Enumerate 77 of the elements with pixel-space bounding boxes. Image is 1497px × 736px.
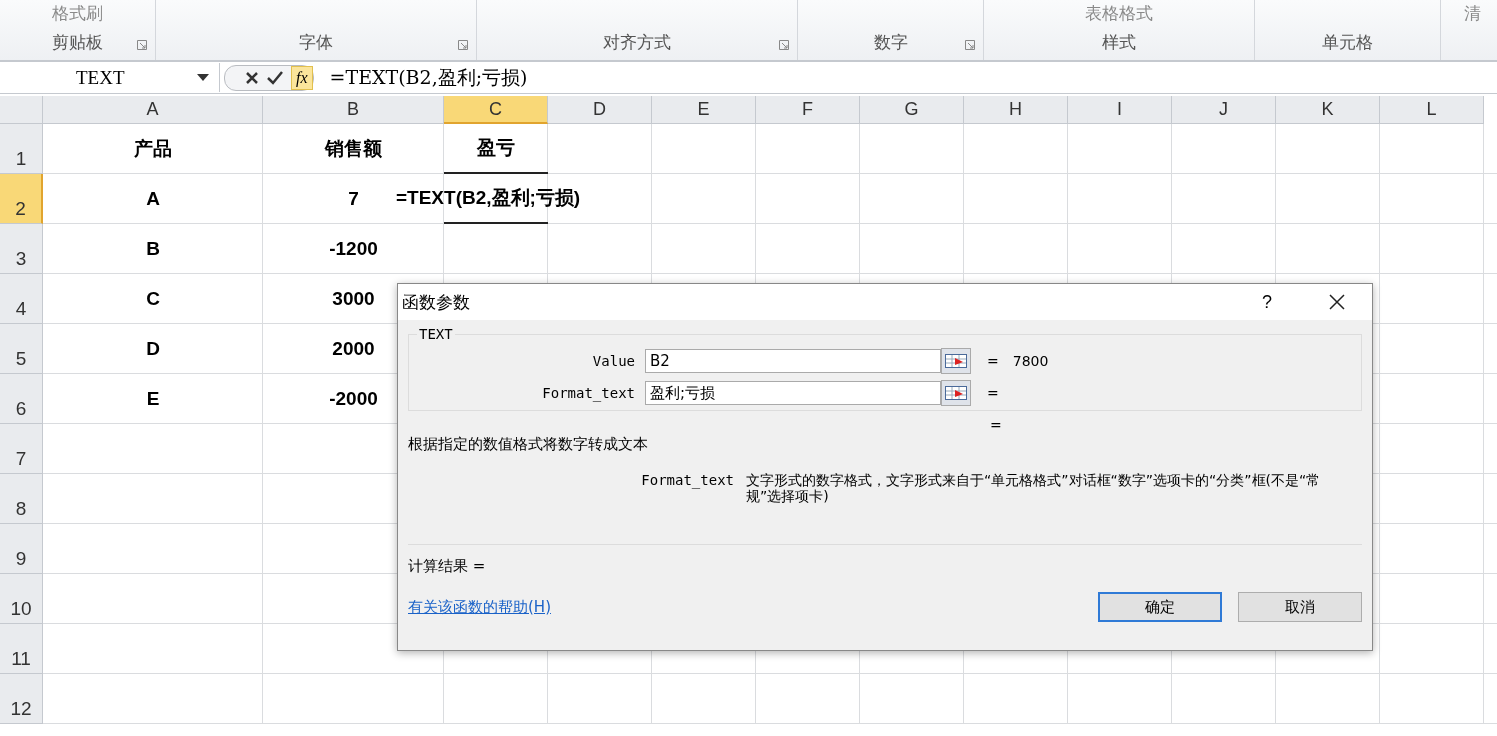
range-select-icon [945,354,967,368]
column-header[interactable]: D [548,96,652,124]
cell-text: -2000 [329,388,378,410]
column-header[interactable]: E [652,96,756,124]
row-header[interactable]: 6 [0,374,43,424]
insert-function-button[interactable]: fx [291,65,313,90]
argument-input[interactable]: 盈利;亏损 [645,381,941,405]
row-header[interactable]: 8 [0,474,43,524]
row-header[interactable]: 12 [0,674,43,724]
formula-input[interactable]: =TEXT(B2,盈利;亏损) [313,64,1497,91]
argument-name: Format_text [640,472,735,491]
equals-sign: = [987,385,999,401]
column-header[interactable]: G [860,96,964,124]
cell-text: B [146,238,160,260]
row-header[interactable]: 2 [0,174,43,224]
cancel-icon[interactable] [245,70,259,85]
cell-text: 产品 [134,137,172,161]
row-header[interactable]: 1 [0,124,43,174]
cell-text: E [146,388,160,410]
calc-result-label: 计算结果 = [408,557,487,576]
argument-input[interactable]: B2 [645,349,941,373]
dialog-launcher-icon[interactable] [458,40,468,50]
column-header[interactable]: H [964,96,1068,124]
argument-label: Format_text [541,385,636,401]
argument-result: 7800 [1012,353,1049,369]
column-header[interactable]: K [1276,96,1380,124]
column-header[interactable]: F [756,96,860,124]
cell-text: -1200 [329,238,378,260]
function-description: 根据指定的数值格式将数字转成文本 [408,435,649,454]
collapse-dialog-button[interactable] [941,380,971,406]
cell-text: 2000 [332,338,375,360]
cell-text: 销售额 [325,137,382,161]
ribbon-group-label: 对齐方式 [603,32,671,54]
help-button[interactable]: ? [1232,284,1302,320]
column-header[interactable]: J [1172,96,1276,124]
row-header[interactable]: 3 [0,224,43,274]
checkmark-icon[interactable] [267,70,283,85]
cell-text: 7 [348,188,359,210]
row-header[interactable]: 4 [0,274,43,324]
name-box[interactable]: TEXT [0,63,220,92]
column-header[interactable]: I [1068,96,1172,124]
argument-label: Value [591,353,636,369]
ok-button[interactable]: 确定 [1098,592,1222,622]
close-icon [1329,294,1345,310]
row-header[interactable]: 11 [0,624,43,674]
dropdown-caret-icon[interactable] [197,73,209,82]
column-header[interactable]: B [263,96,444,124]
cancel-button[interactable]: 取消 [1238,592,1362,622]
help-link[interactable]: 有关该函数的帮助(H) [408,597,1082,617]
function-name: TEXT [418,326,454,342]
ribbon-group-label: 数字 [873,32,908,54]
column-header[interactable]: L [1380,96,1484,124]
equals-sign: = [987,353,999,369]
dialog-launcher-icon[interactable] [965,40,975,50]
cell-text: 3000 [332,288,375,310]
cell-text: C [146,288,160,310]
cell-text: D [146,338,160,360]
dialog-title: 函数参数 [402,290,471,314]
row-header[interactable]: 7 [0,424,43,474]
dialog-launcher-icon[interactable] [779,40,789,50]
collapse-dialog-button[interactable] [941,348,971,374]
row-header[interactable]: 5 [0,324,43,374]
ribbon-group-label: 剪贴板 [52,32,103,54]
ribbon-group-label: 字体 [299,32,333,54]
column-header[interactable]: A [43,96,263,124]
column-header[interactable]: C [444,96,548,124]
ribbon-group-label: 单元格 [1322,32,1373,54]
ribbon-group-label: 样式 [1102,32,1136,54]
equals-sign: = [990,417,1002,433]
cell-text: A [146,188,160,210]
argument-description: 文字形式的数字格式，文字形式来自于“单元格格式”对话框“数字”选项卡的“分类”框(不是“常规”选择项卡) [746,472,1322,504]
row-header[interactable]: 10 [0,574,43,624]
row-header[interactable]: 9 [0,524,43,574]
range-select-icon [945,386,967,400]
cell-edit-text[interactable]: =TEXT(B2,盈利;亏损) [396,185,581,211]
cell-text: 盈亏 [477,136,515,160]
dialog-launcher-icon[interactable] [137,40,147,50]
